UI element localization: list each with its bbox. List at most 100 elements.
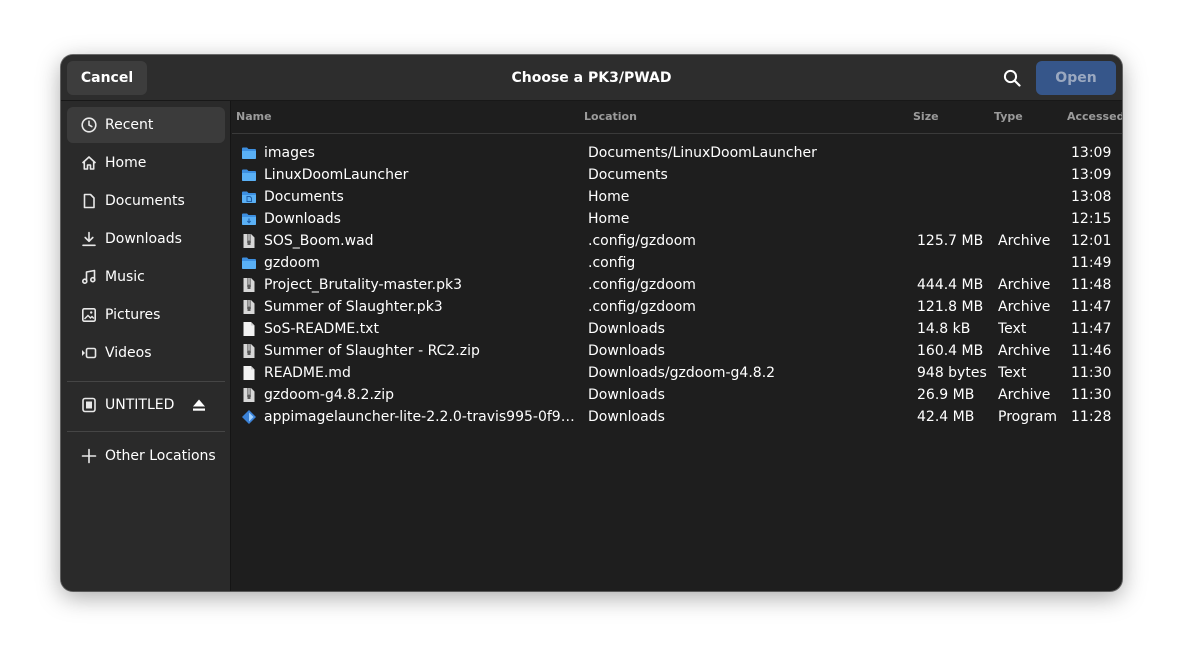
- sidebar-item-label: Pictures: [105, 307, 161, 323]
- sidebar-item-label: Music: [105, 269, 145, 285]
- file-name-cell: Summer of Slaughter.pk3: [264, 299, 443, 315]
- sidebar-item-pictures[interactable]: Pictures: [67, 297, 225, 333]
- eject-icon[interactable]: [191, 397, 207, 413]
- file-chooser-dialog: Cancel Choose a PK3/PWAD Open Recent Hom…: [61, 55, 1122, 591]
- open-button[interactable]: Open: [1036, 61, 1116, 95]
- file-location-cell: .config/gzdoom: [588, 277, 696, 293]
- sidebar-item-untitled-drive[interactable]: UNTITLED: [67, 387, 225, 423]
- file-location-cell: .config/gzdoom: [588, 233, 696, 249]
- file-accessed-cell: 11:30: [1071, 365, 1112, 381]
- file-size-cell: [917, 208, 993, 230]
- file-type-cell: [998, 186, 1068, 208]
- file-accessed-cell: 11:48: [1071, 277, 1112, 293]
- sidebar-item-label: Videos: [105, 345, 152, 361]
- search-button[interactable]: [995, 61, 1029, 95]
- file-size-cell: [917, 164, 993, 186]
- folder-download-icon: [242, 213, 256, 225]
- video-icon: [82, 347, 97, 359]
- file-name-cell: SOS_Boom.wad: [264, 233, 374, 249]
- file-size-cell: 444.4 MB: [917, 277, 984, 293]
- download-icon: [82, 231, 96, 247]
- file-type-cell: [998, 208, 1068, 230]
- dialog-title: Choose a PK3/PWAD: [511, 70, 672, 86]
- sidebar-item-documents[interactable]: Documents: [67, 183, 225, 219]
- file-size-cell: 14.8 kB: [917, 321, 971, 337]
- file-type-cell: Archive: [998, 387, 1051, 403]
- column-header-accessed[interactable]: Accessed: [1067, 101, 1122, 133]
- sidebar-separator: [67, 381, 225, 382]
- file-name-cell: SoS-README.txt: [264, 321, 379, 337]
- archive-icon: [243, 234, 255, 248]
- file-accessed-cell: 11:46: [1071, 343, 1112, 359]
- file-row[interactable]: gzdoom-g4.8.2.zip Downloads 26.9 MB Archive…: [232, 384, 1122, 406]
- file-row[interactable]: Downloads Home 12:15: [232, 208, 1122, 230]
- file-accessed-cell: 13:08: [1071, 189, 1112, 205]
- file-accessed-cell: 11:49: [1071, 255, 1112, 271]
- sidebar-item-home[interactable]: Home: [67, 145, 225, 181]
- file-name-cell: gzdoom-g4.8.2.zip: [264, 387, 395, 403]
- folder-icon: [242, 257, 256, 269]
- file-row[interactable]: appimagelauncher-lite-2.2.0-travis995-0f…: [232, 406, 1122, 428]
- archive-icon: [243, 388, 255, 402]
- file-type-cell: Archive: [998, 277, 1051, 293]
- file-row[interactable]: gzdoom .config 11:49: [232, 252, 1122, 274]
- file-accessed-cell: 12:01: [1071, 233, 1112, 249]
- file-size-cell: 121.8 MB: [917, 299, 984, 315]
- sidebar-item-other-locations[interactable]: Other Locations: [67, 438, 225, 474]
- file-name-cell: Documents: [264, 189, 344, 205]
- folder-documents-icon: [242, 191, 256, 203]
- file-size-cell: 42.4 MB: [917, 409, 975, 425]
- file-row[interactable]: LinuxDoomLauncher Documents 13:09: [232, 164, 1122, 186]
- sidebar-item-music[interactable]: Music: [67, 259, 225, 295]
- text-file-icon: [243, 322, 255, 336]
- file-location-cell: Downloads: [588, 343, 665, 359]
- file-size-cell: [917, 142, 993, 164]
- file-row[interactable]: Summer of Slaughter - RC2.zip Downloads 16…: [232, 340, 1122, 362]
- archive-icon: [243, 344, 255, 358]
- file-size-cell: 26.9 MB: [917, 387, 975, 403]
- file-row[interactable]: SoS-README.txt Downloads 14.8 kB Text 11:47: [232, 318, 1122, 340]
- home-icon: [81, 156, 97, 170]
- header-divider: [232, 133, 1122, 134]
- file-location-cell: Documents/LinuxDoomLauncher: [588, 145, 817, 161]
- file-type-cell: Archive: [998, 299, 1051, 315]
- column-header-name[interactable]: Name: [236, 101, 272, 133]
- file-location-cell: Downloads: [588, 409, 665, 425]
- plus-icon: [81, 448, 97, 464]
- file-row[interactable]: Project_Brutality-master.pk3 .config/gzdo…: [232, 274, 1122, 296]
- file-row[interactable]: Documents Home 13:08: [232, 186, 1122, 208]
- sidebar-item-recent[interactable]: Recent: [67, 107, 225, 143]
- sidebar-item-label: Other Locations: [105, 448, 216, 464]
- file-location-cell: Home: [588, 211, 630, 227]
- file-location-cell: Downloads/gzdoom-g4.8.2: [588, 365, 776, 381]
- sidebar-item-videos[interactable]: Videos: [67, 335, 225, 371]
- file-accessed-cell: 11:30: [1071, 387, 1112, 403]
- file-name-cell: images: [264, 145, 315, 161]
- file-name-cell: Summer of Slaughter - RC2.zip: [264, 343, 480, 359]
- sidebar-item-downloads[interactable]: Downloads: [67, 221, 225, 257]
- file-row[interactable]: images Documents/LinuxDoomLauncher 13:09: [232, 142, 1122, 164]
- file-row[interactable]: Summer of Slaughter.pk3 .config/gzdoom 121…: [232, 296, 1122, 318]
- file-row[interactable]: SOS_Boom.wad .config/gzdoom 125.7 MB Archiv…: [232, 230, 1122, 252]
- sidebar-item-label: Recent: [105, 117, 154, 133]
- file-type-cell: [998, 142, 1068, 164]
- music-icon: [82, 269, 96, 284]
- file-name-cell: Project_Brutality-master.pk3: [264, 277, 462, 293]
- file-row[interactable]: README.md Downloads/gzdoom-g4.8.2 948 byte…: [232, 362, 1122, 384]
- text-file-icon: [243, 366, 255, 380]
- file-type-cell: Text: [998, 365, 1027, 381]
- sidebar-item-label: Documents: [105, 193, 185, 209]
- sidebar-item-label: UNTITLED: [105, 397, 175, 413]
- file-accessed-cell: 11:28: [1071, 409, 1112, 425]
- column-header-location[interactable]: Location: [584, 101, 637, 133]
- column-header-type[interactable]: Type: [994, 101, 1023, 133]
- file-size-cell: 160.4 MB: [917, 343, 984, 359]
- folder-icon: [242, 169, 256, 181]
- file-accessed-cell: 13:09: [1071, 145, 1112, 161]
- file-name-cell: gzdoom: [264, 255, 320, 271]
- header-bar: Cancel Choose a PK3/PWAD Open: [61, 55, 1122, 101]
- column-header-size[interactable]: Size: [913, 101, 939, 133]
- file-accessed-cell: 11:47: [1071, 299, 1112, 315]
- cancel-button[interactable]: Cancel: [67, 61, 147, 95]
- file-type-cell: [998, 252, 1068, 274]
